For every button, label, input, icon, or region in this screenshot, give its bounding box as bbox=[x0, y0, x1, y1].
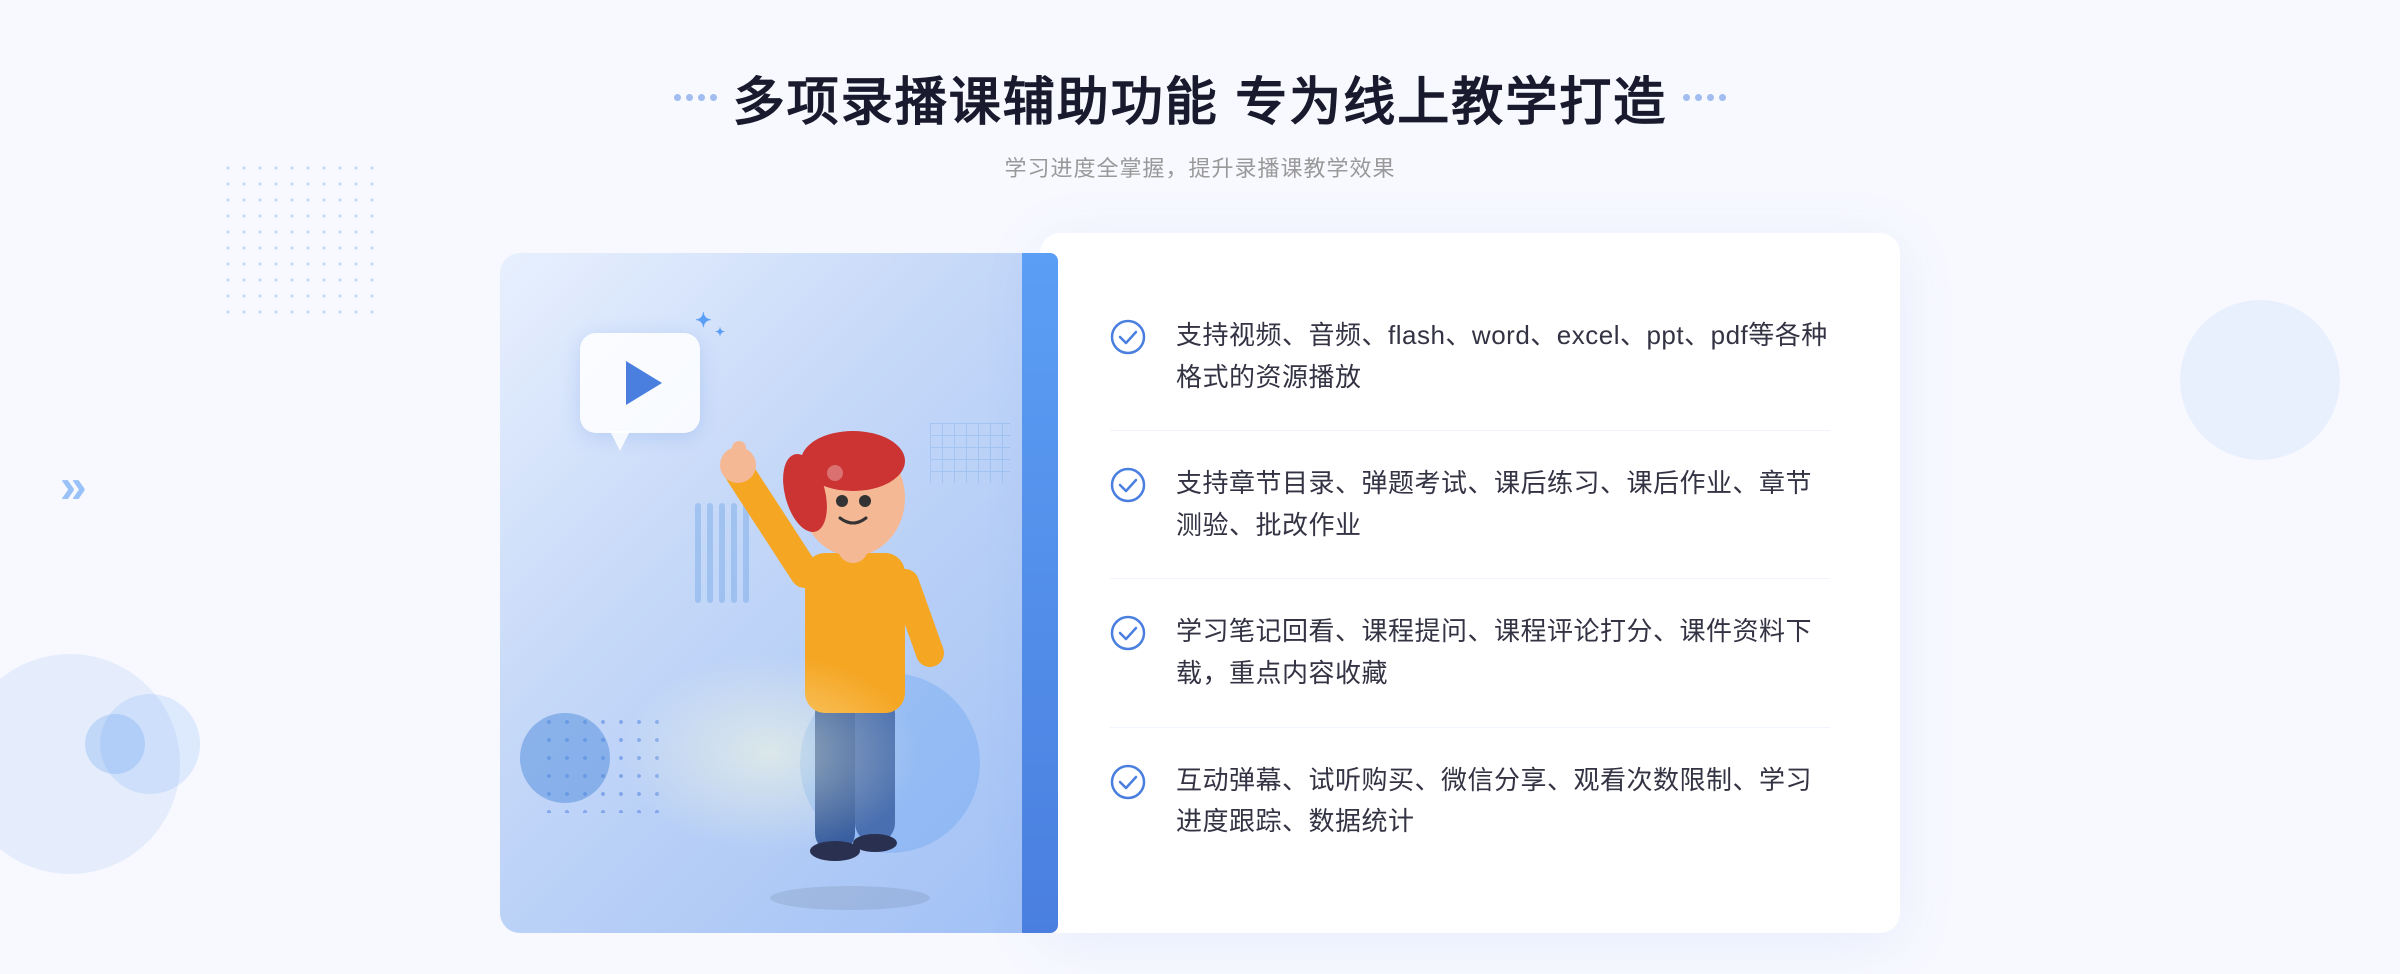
circle-small bbox=[520, 713, 610, 803]
check-icon-2 bbox=[1110, 467, 1146, 503]
check-icon-3 bbox=[1110, 615, 1146, 651]
dots-pattern-left bbox=[220, 160, 380, 320]
left-chevron: » bbox=[60, 460, 87, 515]
feature-text-3: 学习笔记回看、课程提问、课程评论打分、课件资料下载，重点内容收藏 bbox=[1176, 611, 1830, 694]
illustration-card: ✦ ✦ bbox=[500, 253, 1040, 933]
content-section: ✦ ✦ bbox=[500, 233, 1900, 933]
bg-circle-right bbox=[2180, 300, 2340, 460]
feature-text-4: 互动弹幕、试听购买、微信分享、观看次数限制、学习进度跟踪、数据统计 bbox=[1176, 760, 1830, 843]
deco-circles bbox=[100, 694, 200, 794]
sparkle-1: ✦ bbox=[695, 308, 712, 333]
light-rays bbox=[620, 653, 920, 853]
feature-text-1: 支持视频、音频、flash、word、excel、ppt、pdf等各种格式的资源… bbox=[1176, 315, 1830, 398]
play-bubble bbox=[580, 333, 700, 433]
features-card: 支持视频、音频、flash、word、excel、ppt、pdf等各种格式的资源… bbox=[1040, 233, 1900, 933]
feature-item-3: 学习笔记回看、课程提问、课程评论打分、课件资料下载，重点内容收藏 bbox=[1110, 579, 1830, 727]
feature-text-2: 支持章节目录、弹题考试、课后练习、课后作业、章节测验、批改作业 bbox=[1176, 463, 1830, 546]
feature-item-2: 支持章节目录、弹题考试、课后练习、课后作业、章节测验、批改作业 bbox=[1110, 431, 1830, 579]
page-title: 多项录播课辅助功能 专为线上教学打造 bbox=[674, 60, 1726, 135]
play-icon bbox=[626, 361, 662, 405]
page-wrapper: 多项录播课辅助功能 专为线上教学打造 学习进度全掌握，提升录播课教学效果 ✦ ✦ bbox=[0, 0, 2400, 974]
blue-bar bbox=[1022, 253, 1058, 933]
check-icon-4 bbox=[1110, 764, 1146, 800]
page-subtitle: 学习进度全掌握，提升录播课教学效果 bbox=[674, 151, 1726, 183]
feature-item-1: 支持视频、音频、flash、word、excel、ppt、pdf等各种格式的资源… bbox=[1110, 283, 1830, 431]
sparkle-2: ✦ bbox=[715, 325, 725, 339]
feature-item-4: 互动弹幕、试听购买、微信分享、观看次数限制、学习进度跟踪、数据统计 bbox=[1110, 728, 1830, 875]
check-icon-1 bbox=[1110, 319, 1146, 355]
header-section: 多项录播课辅助功能 专为线上教学打造 学习进度全掌握，提升录播课教学效果 bbox=[674, 0, 1726, 183]
